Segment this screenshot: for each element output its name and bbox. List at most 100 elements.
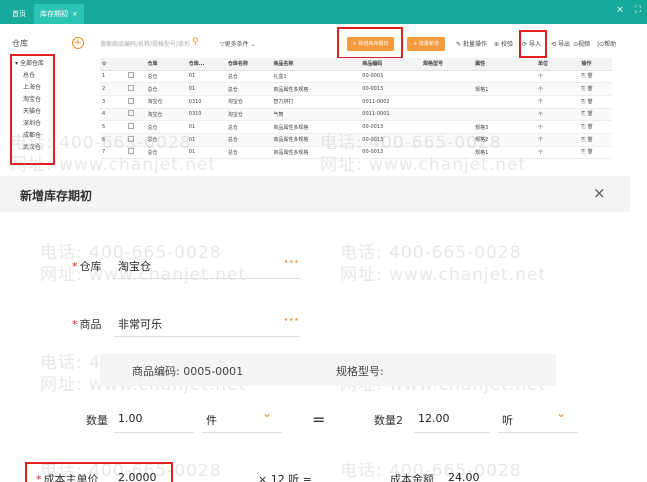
- expand-icon[interactable]: ⛶: [635, 5, 641, 15]
- tree-item-all[interactable]: ▾ 全部仓库: [15, 58, 50, 70]
- row-checkbox[interactable]: [126, 120, 146, 134]
- unit-select[interactable]: 件: [206, 412, 217, 428]
- header-spec[interactable]: 规格型号: [421, 58, 474, 71]
- tree-item[interactable]: 淘宝仓: [15, 94, 50, 106]
- tree-item[interactable]: 成都仓: [15, 130, 50, 142]
- table-row[interactable]: 6 总仓 01 总仓 商品属性多规格 00-0013 规格2 个 ⎘ 🗑: [100, 133, 612, 147]
- product-field[interactable]: 非常可乐: [118, 316, 162, 332]
- copy-icon[interactable]: ⎘: [581, 99, 585, 105]
- row-checkbox[interactable]: [126, 146, 146, 160]
- table-row[interactable]: 5 总仓 01 总仓 商品属性多规格 00-0013 规格3 个 ⎘ 🗑: [100, 120, 612, 134]
- close-icon[interactable]: ×: [593, 184, 606, 202]
- cell: 个: [536, 108, 580, 122]
- header-warehouse[interactable]: 仓库: [145, 58, 187, 71]
- header-warehouse-code[interactable]: 仓库...: [186, 58, 226, 71]
- cell: 01: [186, 70, 226, 84]
- cell: [473, 70, 536, 84]
- column-settings-icon[interactable]: ⚙: [100, 58, 127, 71]
- delete-icon[interactable]: 🗑: [587, 137, 593, 143]
- cell: [421, 82, 474, 96]
- delete-icon[interactable]: 🗑: [587, 86, 593, 92]
- table-row[interactable]: 1 总仓 01 总仓 礼盒1 00-0003 个 ⎘ 🗑: [100, 70, 612, 84]
- unit2-select[interactable]: 听: [502, 412, 513, 428]
- new-opening-button[interactable]: + 新增库存期初: [347, 37, 394, 51]
- row-checkbox[interactable]: [126, 108, 146, 122]
- cell: 个: [536, 95, 580, 109]
- delete-icon[interactable]: 🗑: [587, 73, 593, 79]
- copy-icon[interactable]: ⎘: [581, 86, 585, 92]
- row-actions[interactable]: ⎘ 🗑: [579, 82, 612, 96]
- delete-icon[interactable]: 🗑: [587, 111, 593, 117]
- search-icon[interactable]: ⚲: [192, 37, 199, 47]
- cell: 总仓: [225, 146, 272, 160]
- table-row[interactable]: 4 淘宝仓 0310 淘宝仓 气筒 0011-0001 个 ⎘ 🗑: [100, 108, 612, 122]
- check-button[interactable]: ⊛ 校验: [494, 39, 513, 48]
- tree-item-label: 全部仓库: [19, 60, 44, 67]
- row-index: 5: [100, 120, 127, 134]
- watermark-phone: 电话: 400-665-0028: [340, 243, 522, 263]
- tree-item[interactable]: 深圳仓: [15, 118, 50, 130]
- tree-item[interactable]: 武汉仓: [15, 142, 50, 154]
- header-attribute[interactable]: 属性: [473, 58, 536, 71]
- close-icon[interactable]: ×: [616, 5, 624, 15]
- cost-input[interactable]: 2.0000: [118, 471, 157, 482]
- quantity2-input[interactable]: 12.00: [418, 412, 450, 425]
- row-checkbox[interactable]: [126, 82, 146, 96]
- tab-inventory-opening[interactable]: 库存期初 ×: [34, 4, 84, 24]
- product-picker-icon[interactable]: ···: [284, 313, 300, 326]
- row-actions[interactable]: ⎘ 🗑: [579, 120, 612, 134]
- search-input[interactable]: 搜索商品编码/名称/规格型号/条形: [100, 39, 198, 48]
- required-mark: *: [36, 473, 42, 482]
- delete-icon[interactable]: 🗑: [587, 124, 593, 130]
- tree-item[interactable]: 天猫仓: [15, 106, 50, 118]
- add-warehouse-icon[interactable]: +: [72, 37, 84, 49]
- row-actions[interactable]: ⎘ 🗑: [579, 146, 612, 160]
- delete-icon[interactable]: 🗑: [587, 149, 593, 155]
- equals-sign: =: [312, 410, 326, 429]
- tab-home[interactable]: 首页: [6, 4, 32, 24]
- row-actions[interactable]: ⎘ 🗑: [579, 95, 612, 109]
- table-row[interactable]: 7 总仓 01 总仓 商品属性多规格 00-0013 规格1 个 ⎘ 🗑: [100, 146, 612, 160]
- more-filters-button[interactable]: ▽更多条件 ⌄: [220, 39, 256, 48]
- copy-icon[interactable]: ⎘: [581, 111, 585, 117]
- video-button[interactable]: ⊙视频: [573, 39, 590, 48]
- tree-item[interactable]: 上海仓: [15, 82, 50, 94]
- quantity-input[interactable]: 1.00: [118, 412, 143, 425]
- header-warehouse-name[interactable]: 仓库名称: [225, 58, 272, 71]
- table-row[interactable]: 2 总仓 01 总仓 商品属性多规格 00-0013 规格1 个 ⎘ 🗑: [100, 82, 612, 96]
- cell: 规格1: [473, 82, 536, 96]
- chevron-down-icon[interactable]: ⌄: [556, 406, 566, 420]
- row-checkbox[interactable]: [126, 70, 146, 84]
- cell: 0310: [186, 108, 226, 122]
- cell: 个: [536, 82, 580, 96]
- batch-operation-button[interactable]: ✎ 批量操作: [456, 39, 487, 48]
- row-checkbox[interactable]: [126, 95, 146, 109]
- copy-icon[interactable]: ⎘: [581, 149, 585, 155]
- batch-add-button[interactable]: + 批量新增: [407, 37, 445, 51]
- row-checkbox[interactable]: [126, 133, 146, 147]
- cell: 淘宝仓: [145, 108, 187, 122]
- tab-label: 库存期初: [40, 10, 68, 18]
- tree-item[interactable]: 总仓: [15, 70, 50, 82]
- product-label-text: 商品: [79, 318, 102, 331]
- copy-icon[interactable]: ⎘: [581, 137, 585, 143]
- help-button[interactable]: |⊙帮助: [597, 39, 616, 48]
- copy-icon[interactable]: ⎘: [581, 124, 585, 130]
- row-actions[interactable]: ⎘ 🗑: [579, 70, 612, 84]
- header-product-code[interactable]: 商品编码: [360, 58, 422, 71]
- row-actions[interactable]: ⎘ 🗑: [579, 133, 612, 147]
- warehouse-picker-icon[interactable]: ···: [284, 255, 300, 268]
- header-unit[interactable]: 单位: [536, 58, 580, 71]
- chevron-down-icon[interactable]: ⌄: [262, 406, 272, 420]
- header-product-name[interactable]: 商品名称: [271, 58, 361, 71]
- cell: 总仓: [145, 120, 187, 134]
- tab-close-icon[interactable]: ×: [72, 10, 78, 18]
- export-button[interactable]: ⟲ 导出: [551, 39, 570, 48]
- row-actions[interactable]: ⎘ 🗑: [579, 108, 612, 122]
- caret-down-icon: ▾: [15, 60, 19, 67]
- delete-icon[interactable]: 🗑: [587, 99, 593, 105]
- copy-icon[interactable]: ⎘: [581, 73, 585, 79]
- import-button[interactable]: ⟳ 导入: [522, 39, 541, 48]
- table-row[interactable]: 3 淘宝仓 0310 淘宝仓 智力拼打 0011-0002 个 ⎘ 🗑: [100, 95, 612, 109]
- warehouse-field[interactable]: 淘宝仓: [118, 258, 151, 274]
